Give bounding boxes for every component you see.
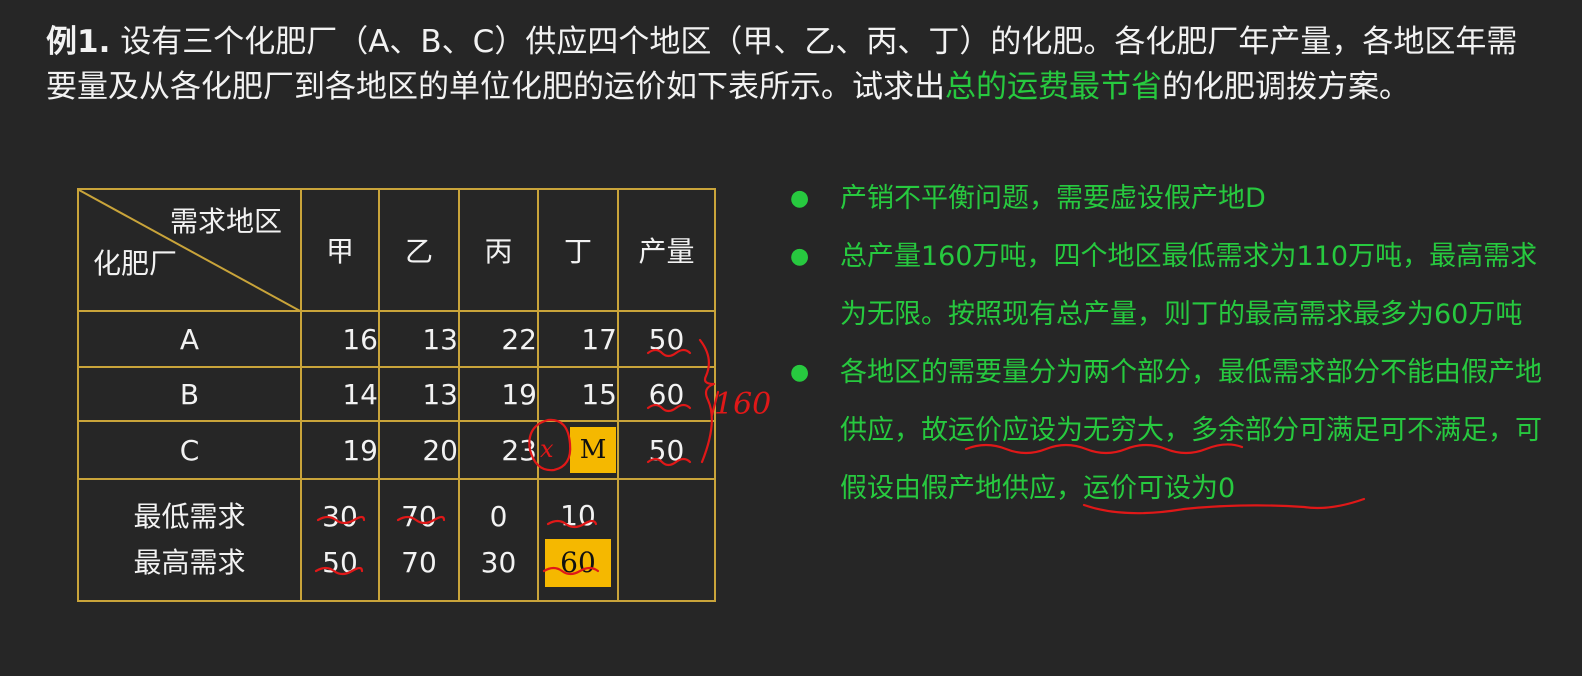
problem-statement: 例1. 设有三个化肥厂（A、B、C）供应四个地区（甲、乙、丙、丁）的化肥。各化肥…	[46, 20, 1546, 110]
demand-labels: 最低需求 最高需求	[77, 478, 302, 602]
cost-cell: 15	[537, 366, 619, 422]
header-row: 需求地区 化肥厂 甲 乙 丙 丁 产量	[77, 188, 716, 312]
factory-label: B	[77, 366, 302, 422]
cost-cell: 19	[458, 366, 539, 422]
bullet-dot-icon: ●	[790, 360, 810, 385]
sixty-highlight: 60	[545, 539, 611, 587]
min-demand-value: 30	[322, 500, 358, 533]
corner-cell: 需求地区 化肥厂	[77, 188, 302, 312]
demand-cell: 30 50	[300, 478, 380, 602]
corner-factory-label: 化肥厂	[93, 247, 178, 280]
cost-cell: 20	[378, 420, 460, 480]
header-jia: 甲	[300, 188, 380, 312]
demand-cell: 10 60	[537, 478, 619, 602]
problem-text-end: 的化肥调拨方案。	[1162, 69, 1410, 105]
ink-note-160: 160	[714, 387, 771, 422]
max-demand-value: 50	[322, 546, 358, 579]
cost-cell: 17	[537, 310, 619, 368]
factory-label: A	[77, 310, 302, 368]
cost-cell: 23	[458, 420, 539, 480]
max-demand-label: 最高需求	[133, 546, 246, 579]
cost-cell-m: M	[537, 420, 619, 480]
analysis-bullets: ● 产销不平衡问题，需要虚设假产地D ● 总产量160万吨，四个地区最低需求为110…	[790, 170, 1550, 518]
m-highlight: M	[570, 427, 616, 473]
cost-cell: 19	[300, 420, 380, 480]
cost-cell: 22	[458, 310, 539, 368]
cost-cell: 13	[378, 366, 460, 422]
problem-highlight: 总的运费最节省	[945, 69, 1162, 105]
min-demand-label: 最低需求	[133, 500, 246, 533]
header-yi: 乙	[378, 188, 460, 312]
output-cell: 50	[617, 310, 716, 368]
empty-cell	[617, 478, 716, 602]
max-demand-value: 70	[401, 546, 437, 579]
table-row: B 14 13 19 15 60	[77, 366, 716, 422]
max-demand-value: 60	[539, 539, 617, 587]
cost-cell: 14	[300, 366, 380, 422]
bullet-item: ● 产销不平衡问题，需要虚设假产地D	[790, 170, 1550, 228]
cost-cell: 16	[300, 310, 380, 368]
max-demand-value: 30	[480, 546, 517, 579]
bullet-dot-icon: ●	[790, 186, 810, 211]
demand-row: 最低需求 最高需求 30 50 70 70 0 30 10 60	[77, 478, 716, 602]
header-output: 产量	[617, 188, 716, 312]
output-cell: 60	[617, 366, 716, 422]
cost-cell: 13	[378, 310, 460, 368]
header-ding: 丁	[537, 188, 619, 312]
factory-label: C	[77, 420, 302, 480]
table-row: A 16 13 22 17 50	[77, 310, 716, 368]
demand-cell: 70 70	[378, 478, 460, 602]
table-row: C 19 20 23 M 50	[77, 420, 716, 480]
bullet-text: 总产量160万吨，四个地区最低需求为110万吨，最高需求为无限。按照现有总产量，…	[840, 241, 1538, 330]
min-demand-value: 70	[401, 500, 437, 533]
demand-cell: 0 30	[458, 478, 539, 602]
bullet-item: ● 总产量160万吨，四个地区最低需求为110万吨，最高需求为无限。按照现有总产量…	[790, 228, 1550, 344]
transport-table: 需求地区 化肥厂 甲 乙 丙 丁 产量 A 16 13 22 17 50 B 1…	[77, 188, 716, 602]
bullet-dot-icon: ●	[790, 244, 810, 269]
bullet-text: 产销不平衡问题，需要虚设假产地D	[840, 183, 1266, 214]
corner-demand-label: 需求地区	[169, 205, 282, 238]
min-demand-value: 10	[560, 499, 596, 532]
header-bing: 丙	[458, 188, 539, 312]
min-demand-value: 0	[489, 500, 508, 533]
example-label: 例1.	[46, 24, 111, 60]
output-cell: 50	[617, 420, 716, 480]
bullet-text: 各地区的需要量分为两个部分，最低需求部分不能由假产地供应，故运价应设为无穷大，多…	[840, 357, 1542, 504]
bullet-item: ● 各地区的需要量分为两个部分，最低需求部分不能由假产地供应，故运价应设为无穷大，…	[790, 344, 1550, 518]
